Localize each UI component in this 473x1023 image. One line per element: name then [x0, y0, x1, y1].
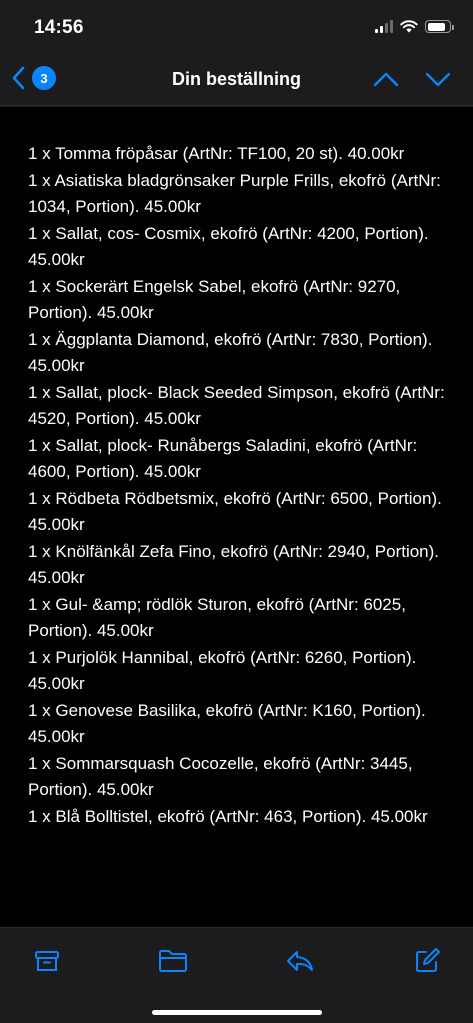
order-line: 1 x Rödbeta Rödbetsmix, ekofrö (ArtNr: 6… — [28, 488, 442, 535]
status-icons — [375, 20, 454, 33]
order-line: 1 x Tomma fröpåsar (ArtNr: TF100, 20 st)… — [28, 144, 405, 163]
status-bar: 14:56 — [0, 0, 473, 56]
folder-icon — [159, 950, 187, 972]
order-line: 1 x Purjolök Hannibal, ekofrö (ArtNr: 62… — [28, 647, 417, 694]
battery-icon — [425, 20, 454, 33]
compose-button[interactable] — [412, 946, 442, 976]
message-content[interactable]: 1 x Tomma fröpåsar (ArtNr: TF100, 20 st)… — [0, 107, 473, 927]
order-line: 1 x Genovese Basilika, ekofrö (ArtNr: K1… — [28, 700, 426, 747]
status-time: 14:56 — [34, 17, 84, 38]
order-line: 1 x Sallat, plock- Runåbergs Saladini, e… — [28, 435, 418, 482]
mail-screen: 14:56 3 Din beställning 1 x Tomma fröpås… — [0, 0, 473, 1023]
order-line: 1 x Asiatiska bladgrönsaker Purple Frill… — [28, 170, 441, 217]
chevron-down-icon[interactable] — [425, 70, 451, 88]
message-body: 1 x Tomma fröpåsar (ArtNr: TF100, 20 st)… — [28, 141, 448, 830]
order-line: 1 x Sallat, cos- Cosmix, ekofrö (ArtNr: … — [28, 223, 429, 270]
battery-level — [427, 22, 446, 31]
move-to-folder-button[interactable] — [158, 946, 188, 976]
navigation-bar: 3 Din beställning — [0, 56, 473, 106]
wifi-icon — [400, 20, 418, 33]
order-line: 1 x Blå Bolltistel, ekofrö (ArtNr: 463, … — [28, 806, 428, 826]
order-line: 1 x Sommarsquash Cocozelle, ekofrö (ArtN… — [28, 753, 413, 800]
chevron-up-icon[interactable] — [373, 70, 399, 88]
home-indicator[interactable] — [152, 1010, 322, 1015]
bottom-toolbar — [0, 927, 473, 1023]
compose-icon — [416, 948, 440, 972]
cellular-signal-icon — [375, 20, 393, 33]
order-line: 1 x Gul- &amp; rödlök Sturon, ekofrö (Ar… — [28, 594, 406, 641]
reply-icon — [287, 951, 313, 971]
order-line: 1 x Sallat, plock- Black Seeded Simpson,… — [28, 382, 445, 429]
archive-icon — [35, 951, 59, 971]
order-line: 1 x Knölfänkål Zefa Fino, ekofrö (ArtNr:… — [28, 541, 440, 588]
order-line: 1 x Äggplanta Diamond, ekofrö (ArtNr: 78… — [28, 329, 433, 376]
message-navigation — [373, 70, 451, 88]
archive-button[interactable] — [32, 946, 62, 976]
order-line: 1 x Sockerärt Engelsk Sabel, ekofrö (Art… — [28, 276, 401, 323]
reply-button[interactable] — [285, 946, 315, 976]
